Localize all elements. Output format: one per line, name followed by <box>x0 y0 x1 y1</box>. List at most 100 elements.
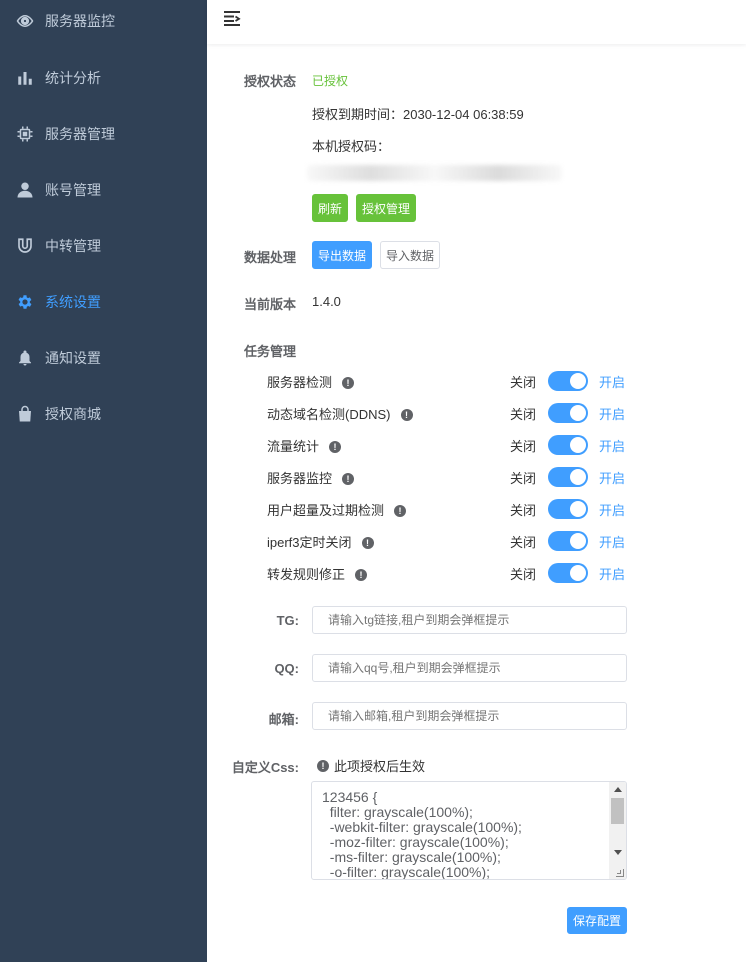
license-code-label: 本机授权码： <box>312 139 391 154</box>
sidebar-item-relay-management[interactable]: 中转管理 <box>0 218 207 274</box>
sidebar-item-label: 账号管理 <box>45 182 101 198</box>
chip-icon <box>16 125 34 143</box>
textarea-scrollbar[interactable] <box>609 782 626 879</box>
task-name-text: iperf3定时关闭 <box>267 535 352 550</box>
sidebar-item-notification-settings[interactable]: 通知设置 <box>0 330 207 386</box>
task-name-text: 流量统计 <box>267 439 320 454</box>
custom-css-content: 123456 { filter: grayscale(100%); -webki… <box>322 789 522 880</box>
task-row: 流量统计! 关闭 开启 <box>207 433 746 457</box>
task-name: 流量统计! <box>267 436 342 455</box>
task-name-text: 转发规则修正 <box>267 567 346 582</box>
sidebar-item-label: 系统设置 <box>45 294 101 310</box>
user-icon <box>16 181 34 199</box>
switch-on-label: 开启 <box>599 567 626 582</box>
sidebar-item-server-management[interactable]: 服务器管理 <box>0 106 207 162</box>
version-label: 当前版本 <box>244 297 297 312</box>
sidebar: 服务器监控 统计分析 服务器管理 账号管理 中转管理 系统设置 通知设置 授权商… <box>0 0 207 962</box>
license-code-value-redacted <box>307 165 562 181</box>
sidebar-item-statistics[interactable]: 统计分析 <box>0 50 207 106</box>
task-row: 用户超量及过期检测! 关闭 开启 <box>207 497 746 521</box>
switch-on-label: 开启 <box>599 471 626 486</box>
task-name: 转发规则修正! <box>267 564 368 583</box>
bar-chart-icon <box>16 69 34 87</box>
switch-off-label: 关闭 <box>510 471 537 486</box>
custom-css-label: 自定义Css: <box>231 760 299 775</box>
task-row: 动态域名检测(DDNS)! 关闭 开启 <box>207 401 746 425</box>
switch-on-label: 开启 <box>599 375 626 390</box>
top-navbar <box>207 0 746 44</box>
eye-icon <box>16 12 34 30</box>
switch-on-label: 开启 <box>599 535 626 550</box>
switch-on-label: 开启 <box>599 439 626 454</box>
tg-input[interactable] <box>312 606 627 634</box>
sidebar-item-label: 服务器管理 <box>45 126 115 142</box>
task-name: 动态域名检测(DDNS)! <box>267 404 413 423</box>
task-toggle-switch[interactable] <box>548 403 588 423</box>
task-row: 转发规则修正! 关闭 开启 <box>207 561 746 585</box>
switch-off-label: 关闭 <box>510 503 537 518</box>
task-toggle-switch[interactable] <box>548 467 588 487</box>
info-icon[interactable]: ! <box>329 440 342 453</box>
license-expiry-text: 授权到期时间：2030-12-04 06:38:59 <box>312 107 524 122</box>
task-row: 服务器检测! 关闭 开启 <box>207 369 746 393</box>
tg-label: TG: <box>276 613 299 628</box>
task-name-text: 动态域名检测(DDNS) <box>267 407 391 422</box>
hamburger-menu-icon[interactable] <box>223 9 241 27</box>
sidebar-item-license-store[interactable]: 授权商城 <box>0 386 207 442</box>
sidebar-item-label: 统计分析 <box>45 70 101 86</box>
task-row: iperf3定时关闭! 关闭 开启 <box>207 529 746 553</box>
sidebar-item-account-management[interactable]: 账号管理 <box>0 162 207 218</box>
save-config-button[interactable]: 保存配置 <box>567 907 627 934</box>
resize-handle-icon[interactable] <box>616 869 624 877</box>
scroll-down-arrow-icon[interactable] <box>614 850 622 855</box>
task-row: 服务器监控! 关闭 开启 <box>207 465 746 489</box>
sidebar-item-label: 授权商城 <box>45 406 101 422</box>
main-content: 授权状态 已授权 授权到期时间：2030-12-04 06:38:59 本机授权… <box>207 0 746 962</box>
info-icon[interactable]: ! <box>355 568 368 581</box>
custom-css-notice-text: 此项授权后生效 <box>334 759 426 774</box>
switch-off-label: 关闭 <box>510 567 537 582</box>
import-data-button[interactable]: 导入数据 <box>380 241 440 269</box>
shopping-bag-icon <box>16 405 34 423</box>
email-input[interactable] <box>312 702 627 730</box>
task-toggle-switch[interactable] <box>548 371 588 391</box>
task-name-text: 服务器监控 <box>267 471 333 486</box>
version-value: 1.4.0 <box>312 294 341 309</box>
magnet-icon <box>16 237 34 255</box>
task-toggle-switch[interactable] <box>548 531 588 551</box>
email-label: 邮箱: <box>268 712 299 727</box>
scroll-thumb[interactable] <box>611 798 624 824</box>
info-icon[interactable]: ! <box>400 408 413 421</box>
sidebar-item-system-settings[interactable]: 系统设置 <box>0 274 207 330</box>
sidebar-item-label: 中转管理 <box>45 238 101 254</box>
scroll-up-arrow-icon[interactable] <box>614 787 622 792</box>
switch-off-label: 关闭 <box>510 535 537 550</box>
sidebar-item-label: 服务器监控 <box>45 13 115 29</box>
task-name: 服务器监控! <box>267 468 355 487</box>
info-icon[interactable]: ! <box>342 376 355 389</box>
task-name: 服务器检测! <box>267 372 355 391</box>
switch-off-label: 关闭 <box>510 407 537 422</box>
switch-on-label: 开启 <box>599 407 626 422</box>
info-icon[interactable]: ! <box>394 504 407 517</box>
qq-input[interactable] <box>312 654 627 682</box>
gear-icon <box>16 293 34 311</box>
task-toggle-switch[interactable] <box>548 563 588 583</box>
bell-icon <box>16 349 34 367</box>
task-toggle-switch[interactable] <box>548 435 588 455</box>
info-icon[interactable]: ! <box>361 536 374 549</box>
info-icon[interactable]: ! <box>342 472 355 485</box>
task-toggle-switch[interactable] <box>548 499 588 519</box>
sidebar-item-server-monitor[interactable]: 服务器监控 <box>0 0 207 49</box>
task-name: iperf3定时关闭! <box>267 532 374 551</box>
custom-css-notice: ! 此项授权后生效 <box>317 756 425 775</box>
info-icon: ! <box>317 759 329 772</box>
license-status-label: 授权状态 <box>244 74 297 89</box>
task-name: 用户超量及过期检测! <box>267 500 407 519</box>
export-data-button[interactable]: 导出数据 <box>312 241 372 269</box>
custom-css-textarea[interactable]: 123456 { filter: grayscale(100%); -webki… <box>311 781 627 880</box>
license-manage-button[interactable]: 授权管理 <box>356 194 416 222</box>
license-status-badge: 已授权 <box>312 74 349 88</box>
switch-off-label: 关闭 <box>510 439 537 454</box>
refresh-button[interactable]: 刷新 <box>312 194 348 222</box>
